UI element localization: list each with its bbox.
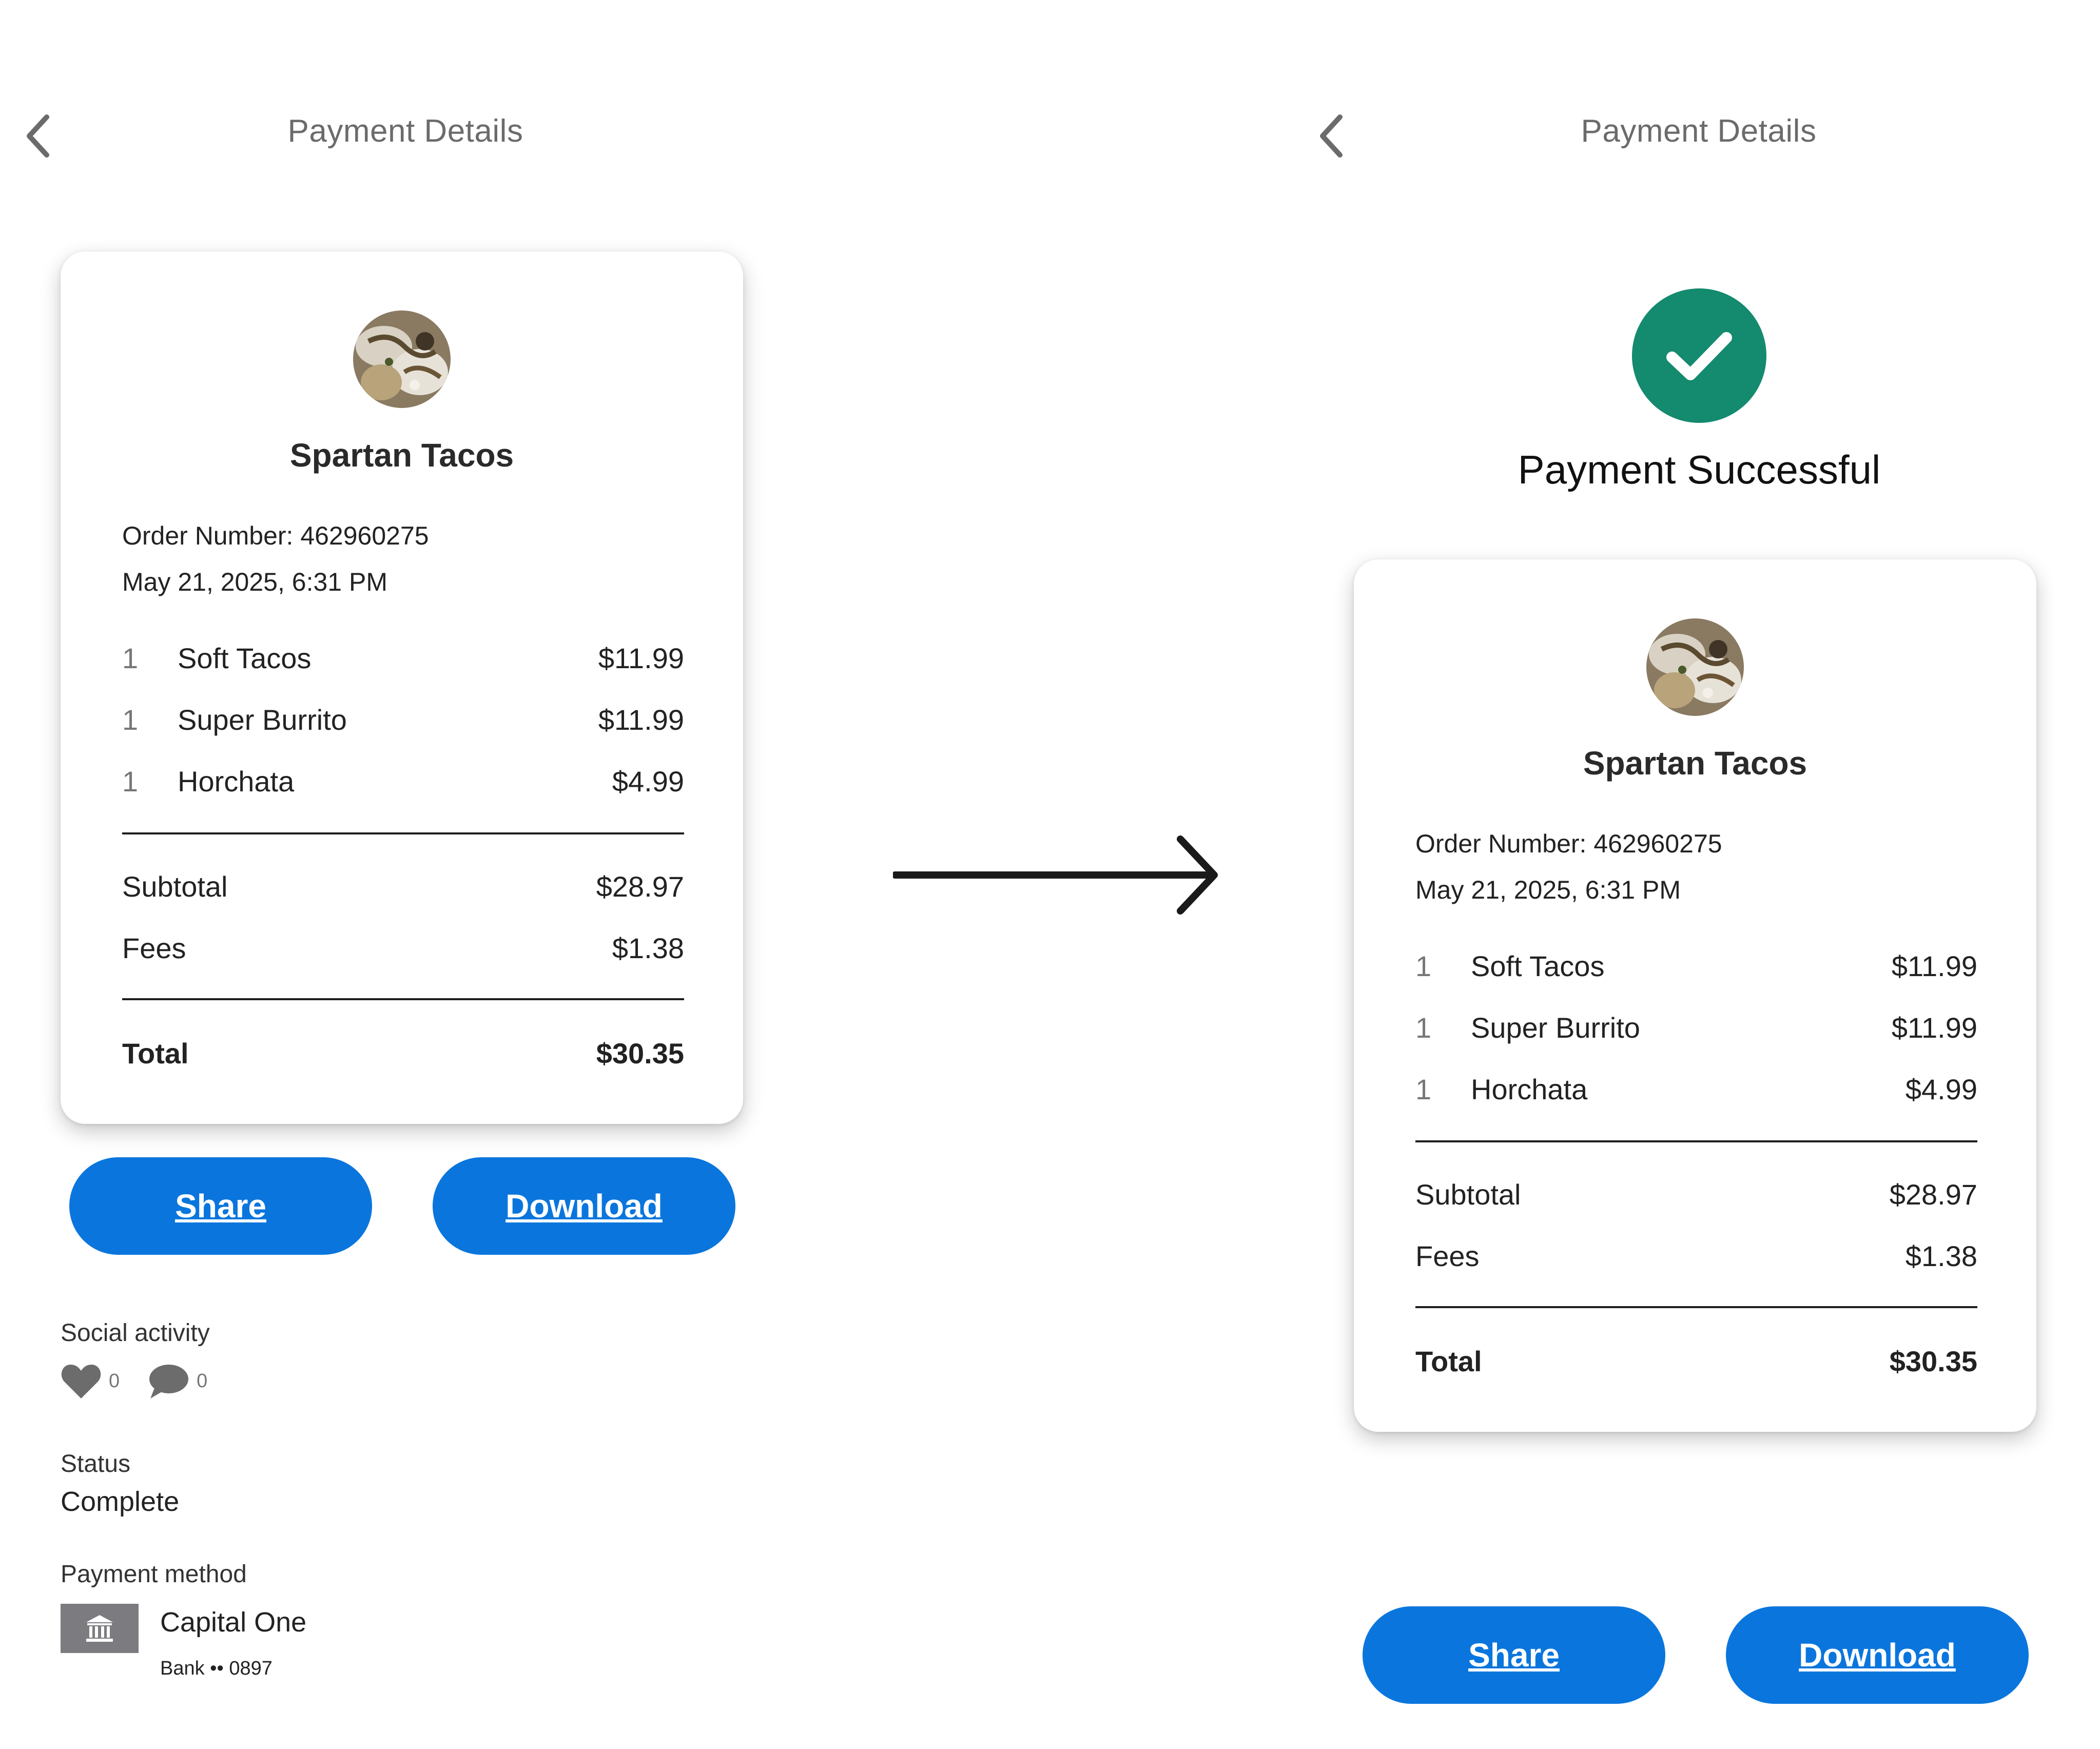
download-button[interactable]: Download: [433, 1157, 735, 1255]
subtotal-value: $28.97: [1889, 1178, 1977, 1211]
merchant-avatar: [1646, 618, 1744, 716]
payment-details-screen-before: Payment Details Spartan Tacos Order Numb…: [0, 0, 816, 1749]
fees-label: Fees: [1415, 1240, 1480, 1272]
like-count: 0: [109, 1370, 120, 1392]
line-item: 1 Super Burrito $11.99: [122, 703, 684, 744]
item-price: $11.99: [1891, 950, 1977, 982]
divider: [1415, 1306, 1977, 1308]
fees-row: Fees $1.38: [1415, 1239, 1977, 1280]
receipt-card: Spartan Tacos Order Number: 462960275 Ma…: [61, 251, 743, 1124]
status-label: Status: [61, 1450, 131, 1478]
payment-method-label: Payment method: [61, 1561, 247, 1588]
item-quantity: 1: [122, 765, 139, 798]
payment-details-screen-after: Payment Details Payment Successful Spart…: [1293, 0, 2100, 1749]
subtotal-row: Subtotal $28.97: [1415, 1178, 1977, 1219]
fees-label: Fees: [122, 932, 186, 964]
item-price: $11.99: [598, 642, 684, 674]
order-date: May 21, 2025, 6:31 PM: [1415, 876, 1681, 904]
item-price: $11.99: [598, 704, 684, 736]
item-name: Super Burrito: [1471, 1012, 1640, 1044]
social-activity: 0 0: [61, 1363, 235, 1400]
order-date: May 21, 2025, 6:31 PM: [122, 568, 387, 596]
line-item: 1 Soft Tacos $11.99: [122, 642, 684, 683]
like-button[interactable]: [61, 1363, 102, 1400]
divider: [1415, 1140, 1977, 1142]
divider: [122, 832, 684, 834]
total-row: Total $30.35: [122, 1037, 684, 1078]
status-value: Complete: [61, 1486, 180, 1517]
social-activity-label: Social activity: [61, 1319, 210, 1347]
item-quantity: 1: [1415, 1012, 1432, 1044]
bank-name: Capital One: [160, 1607, 307, 1638]
divider: [122, 998, 684, 1000]
comment-button[interactable]: [147, 1363, 189, 1400]
total-value: $30.35: [596, 1037, 684, 1070]
success-message: Payment Successful: [1518, 447, 1881, 492]
speech-bubble-icon: [149, 1365, 189, 1398]
item-price: $4.99: [612, 765, 684, 798]
item-name: Soft Tacos: [178, 642, 312, 674]
receipt-card: Spartan Tacos Order Number: 462960275 Ma…: [1354, 559, 2036, 1432]
bank-icon: [61, 1604, 139, 1653]
item-name: Horchata: [178, 765, 295, 798]
share-button[interactable]: Share: [69, 1157, 372, 1255]
merchant-avatar: [353, 310, 451, 408]
heart-icon: [61, 1365, 101, 1398]
arrow-right-icon: [893, 835, 1218, 915]
subtotal-label: Subtotal: [122, 870, 228, 903]
subtotal-label: Subtotal: [1415, 1178, 1521, 1211]
download-button[interactable]: Download: [1726, 1606, 2029, 1704]
item-quantity: 1: [122, 642, 139, 674]
item-name: Soft Tacos: [1471, 950, 1605, 982]
merchant-name: Spartan Tacos: [1583, 745, 1807, 782]
order-number: Order Number: 462960275: [1415, 829, 1722, 858]
line-item: 1 Soft Tacos $11.99: [1415, 949, 1977, 990]
page-title: Payment Details: [287, 113, 523, 149]
total-label: Total: [122, 1037, 189, 1070]
item-name: Horchata: [1471, 1073, 1588, 1105]
total-label: Total: [1415, 1345, 1482, 1377]
line-item: 1 Horchata $4.99: [122, 765, 684, 806]
subtotal-row: Subtotal $28.97: [122, 870, 684, 911]
subtotal-value: $28.97: [596, 870, 684, 903]
item-quantity: 1: [122, 704, 139, 736]
item-quantity: 1: [1415, 950, 1432, 982]
item-name: Super Burrito: [178, 704, 347, 736]
order-number: Order Number: 462960275: [122, 521, 429, 550]
fees-value: $1.38: [1905, 1240, 1977, 1272]
fees-value: $1.38: [612, 932, 684, 964]
comment-count: 0: [197, 1370, 208, 1392]
fees-row: Fees $1.38: [122, 931, 684, 973]
total-value: $30.35: [1889, 1345, 1977, 1377]
merchant-name: Spartan Tacos: [289, 437, 514, 474]
share-button[interactable]: Share: [1363, 1606, 1665, 1704]
bank-account-detail: Bank •• 0897: [160, 1658, 273, 1679]
check-circle-icon: [1632, 288, 1766, 423]
line-item: 1 Horchata $4.99: [1415, 1073, 1977, 1114]
item-price: $4.99: [1905, 1073, 1977, 1105]
total-row: Total $30.35: [1415, 1345, 1977, 1386]
page-title: Payment Details: [1581, 113, 1817, 149]
line-item: 1 Super Burrito $11.99: [1415, 1011, 1977, 1052]
item-quantity: 1: [1415, 1073, 1432, 1105]
item-price: $11.99: [1891, 1012, 1977, 1044]
